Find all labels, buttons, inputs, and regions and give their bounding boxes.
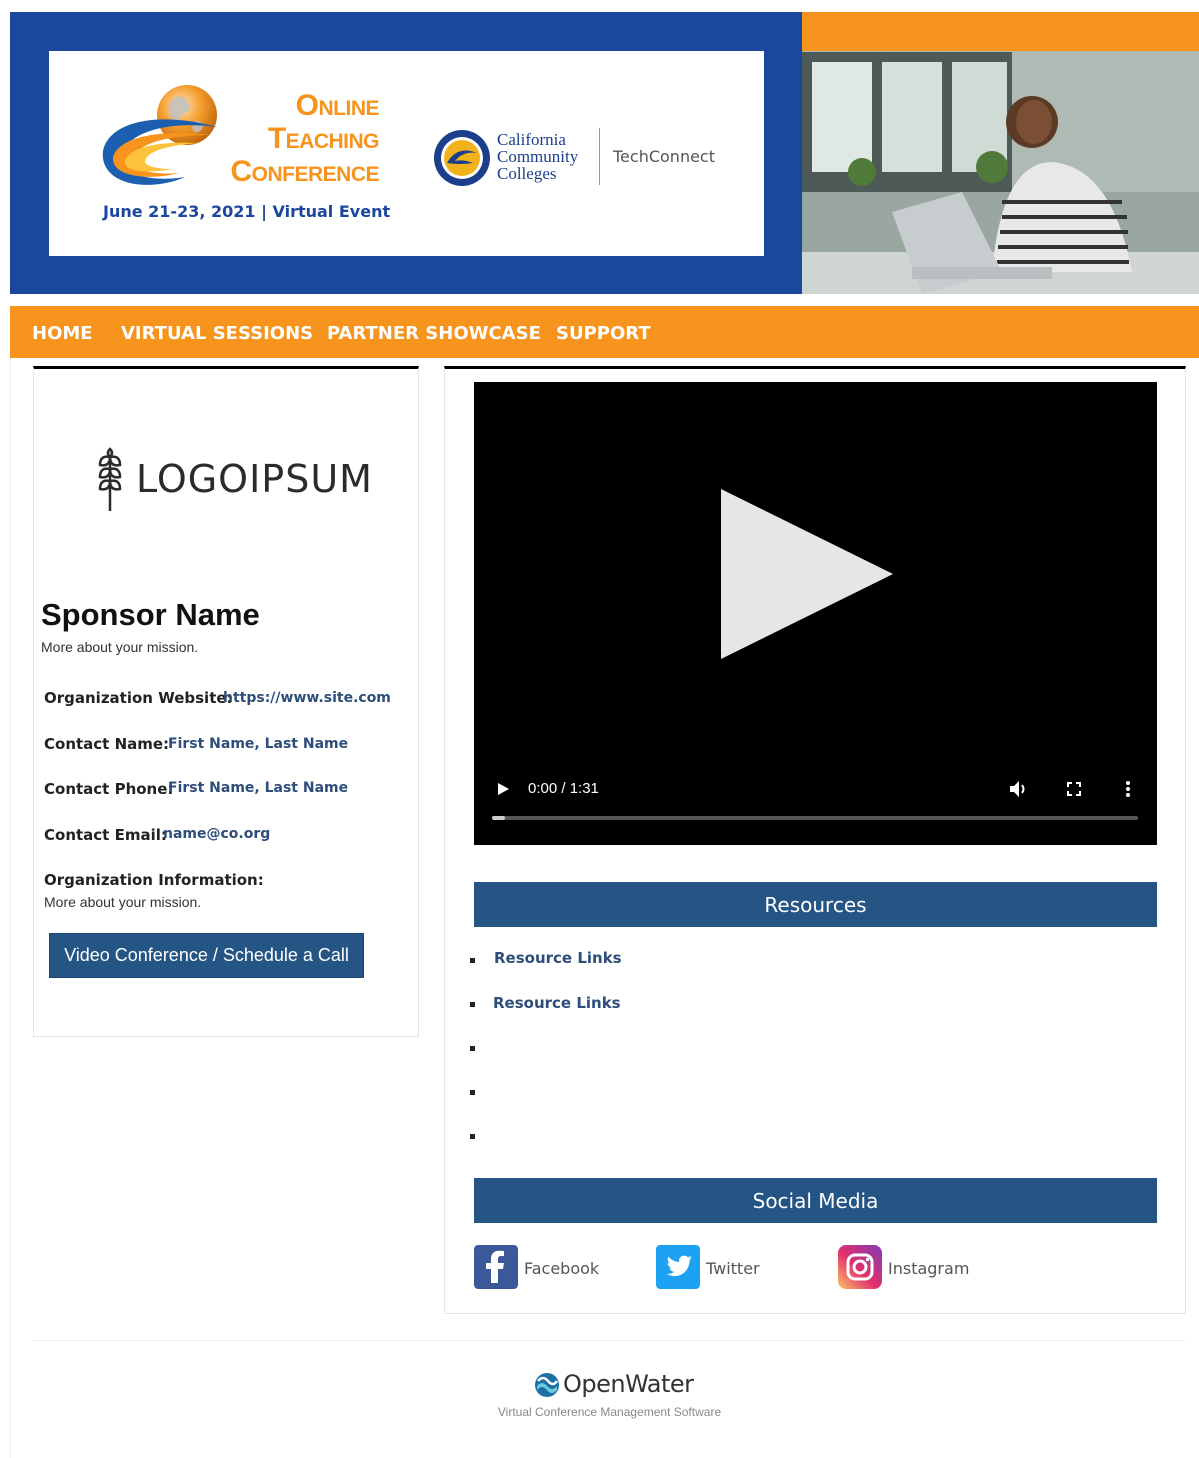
play-icon[interactable] [496, 782, 510, 796]
schedule-call-button[interactable]: Video Conference / Schedule a Call [49, 933, 364, 978]
video-time: 0:00 / 1:31 [528, 780, 599, 797]
facebook-icon[interactable] [474, 1245, 518, 1289]
contact-email-label: Contact Email: [44, 826, 167, 844]
org-info-text: More about your mission. [44, 894, 202, 910]
social-media-header: Social Media [474, 1178, 1157, 1223]
conference-dates: June 21-23, 2021 | Virtual Event [103, 202, 391, 221]
fullscreen-icon[interactable] [1067, 782, 1081, 796]
contact-name-value: First Name, Last Name [168, 736, 349, 752]
partner-product: TechConnect [613, 147, 715, 166]
footer-brand[interactable]: OpenWater [563, 1370, 694, 1398]
resource-link[interactable]: Resource Links [493, 994, 621, 1012]
sponsor-mission: More about your mission. [41, 639, 199, 655]
partner-divider [599, 128, 600, 185]
resources-header: Resources [474, 882, 1157, 927]
content-card: 0:00 / 1:31 Resources Resource Links Res… [444, 366, 1186, 1314]
nav-item-virtual-sessions[interactable]: VIRTUAL SESSIONS [121, 323, 313, 344]
twitter-link[interactable]: Twitter [706, 1259, 760, 1278]
video-player[interactable]: 0:00 / 1:31 [474, 382, 1157, 845]
conference-title-conference: Conference [230, 155, 379, 188]
resource-link[interactable]: Resource Links [494, 949, 622, 967]
conference-title-online: Online [295, 89, 380, 122]
video-progress-bar[interactable] [492, 816, 1138, 820]
nav-item-home[interactable]: HOME [32, 323, 93, 344]
banner-accent-bar [802, 12, 1199, 51]
list-bullet [470, 958, 475, 963]
ccc-seal-icon [434, 130, 490, 186]
instagram-icon[interactable] [838, 1245, 882, 1289]
contact-phone-label: Contact Phone: [44, 780, 174, 798]
volume-icon[interactable] [1009, 780, 1029, 798]
org-website-label: Organization Website: [44, 689, 233, 707]
video-progress-fill [492, 816, 505, 820]
twitter-icon[interactable] [656, 1245, 700, 1289]
banner-logo-panel: Online Teaching Conference June 21-23, 2… [49, 51, 764, 256]
nav-item-support[interactable]: SUPPORT [556, 323, 651, 344]
org-website-link[interactable]: https://www.site.com [223, 690, 391, 706]
org-info-label: Organization Information: [44, 871, 264, 889]
openwater-logo-icon [535, 1373, 559, 1397]
sponsor-logo-text: LOGOIPSUM [136, 457, 373, 501]
nav-item-partner-showcase[interactable]: PARTNER SHOWCASE [327, 323, 541, 344]
main-nav: HOME VIRTUAL SESSIONS PARTNER SHOWCASE S… [10, 306, 1199, 358]
footer-tagline: Virtual Conference Management Software [497, 1405, 722, 1419]
contact-phone-value: First Name, Last Name [168, 780, 349, 796]
wheat-logo-icon [98, 447, 122, 511]
contact-name-label: Contact Name: [44, 735, 170, 753]
list-bullet [470, 1046, 475, 1051]
conference-title-teaching: Teaching [267, 122, 380, 155]
sponsor-name: Sponsor Name [41, 597, 260, 632]
facebook-link[interactable]: Facebook [524, 1259, 599, 1278]
globe-logo-icon [102, 85, 217, 185]
footer-divider [33, 1340, 1186, 1341]
contact-email-link[interactable]: name@co.org [163, 826, 270, 842]
more-options-icon[interactable] [1125, 781, 1131, 797]
banner-photo [802, 12, 1199, 294]
list-bullet [470, 1134, 475, 1139]
woman-laptop-photo-icon [802, 12, 1199, 294]
list-bullet [470, 1002, 475, 1007]
big-play-icon[interactable] [721, 489, 893, 659]
instagram-link[interactable]: Instagram [888, 1259, 969, 1278]
page-edge-divider [10, 358, 11, 1458]
conference-title: Online Teaching Conference [229, 89, 379, 189]
partner-name: California Community Colleges [497, 130, 579, 183]
sponsor-card: LOGOIPSUM Sponsor Name More about your m… [33, 366, 419, 1037]
list-bullet [470, 1090, 475, 1095]
